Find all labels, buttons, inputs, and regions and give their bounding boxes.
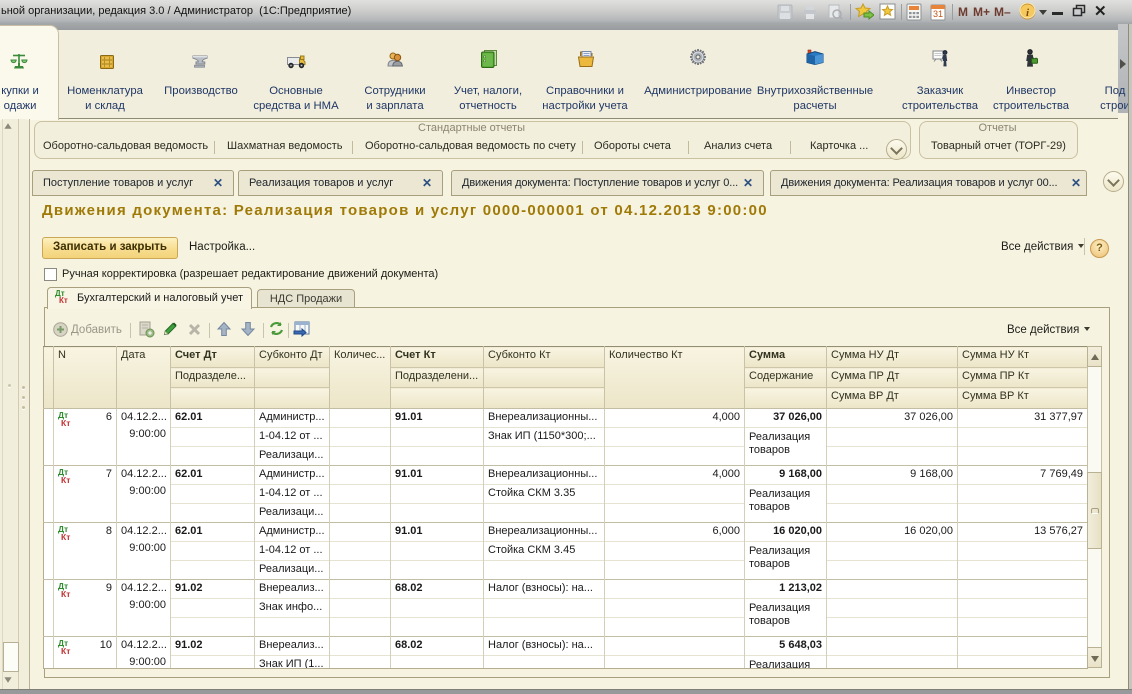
svg-text:31: 31 (933, 9, 943, 19)
